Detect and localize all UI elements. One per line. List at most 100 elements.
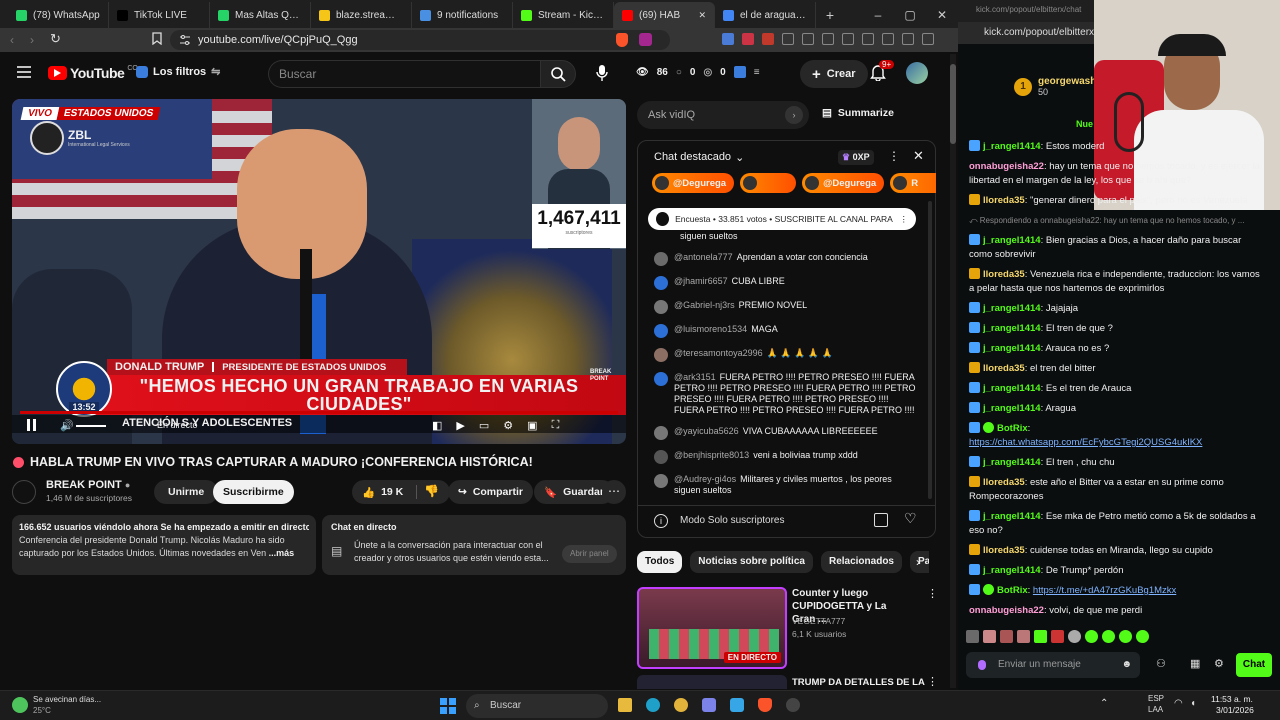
- kick-message[interactable]: j_rangel1414: Ese mka de Petro metió com…: [958, 510, 1272, 538]
- brave-shield-icon[interactable]: [616, 33, 628, 47]
- bookmark-icon[interactable]: [152, 32, 162, 45]
- emoji-icon[interactable]: ☻: [1121, 652, 1132, 678]
- kick-username[interactable]: j_rangel1414: [983, 565, 1041, 576]
- browser-tab[interactable]: blaze.stream/strea: [311, 2, 412, 28]
- extension-icon[interactable]: [742, 33, 754, 45]
- edge-icon[interactable]: [646, 698, 660, 712]
- wifi-icon[interactable]: ◠: [1174, 698, 1183, 709]
- notifications-button[interactable]: 9+: [870, 60, 895, 81]
- miniplayer-icon[interactable]: ▣: [527, 419, 537, 432]
- weather-title[interactable]: Se avecinan días...: [33, 695, 101, 704]
- chat-message[interactable]: @Audrey-gi4os Militares y civiles muertos…: [638, 474, 928, 496]
- kick-message[interactable]: BotRix: https://t.me/+dA47rzGKuBg1Mzkx: [958, 584, 1272, 598]
- chat-scrollbar[interactable]: [928, 201, 932, 499]
- start-icon[interactable]: [440, 698, 456, 714]
- vidiq-player-icon[interactable]: ◧: [432, 419, 442, 432]
- channel-avatar[interactable]: [12, 480, 36, 504]
- extension-icon[interactable]: [802, 33, 814, 45]
- open-panel-button[interactable]: Abrir panel: [562, 545, 617, 563]
- highlight-chip[interactable]: @Degurega: [802, 173, 885, 193]
- maximize-button[interactable]: ▢: [894, 2, 926, 28]
- browser-tab[interactable]: 9 notifications: [412, 2, 513, 28]
- volume-icon[interactable]: 🔊: [60, 419, 74, 432]
- kick-chat-button[interactable]: Chat: [1236, 653, 1272, 677]
- kick-message[interactable]: onnabugeisha22: volvi, de que me perdi: [958, 604, 1272, 618]
- kick-message[interactable]: BotRix: https://chat.whatsapp.com/EcFybc…: [958, 422, 1272, 450]
- chat-header[interactable]: Chat destacado ⌄: [654, 151, 744, 164]
- poll-menu-icon[interactable]: ⋮: [900, 214, 909, 225]
- gift-icon[interactable]: [874, 513, 888, 527]
- avatar[interactable]: [906, 62, 928, 84]
- chat-message[interactable]: @luismoreno1534 MAGA: [638, 324, 928, 338]
- chat-message[interactable]: @antonela777 Aprendan a votar con concien…: [638, 252, 928, 266]
- kick-message[interactable]: lloreda35: este año el Bitter va a estar…: [958, 476, 1272, 504]
- back-icon[interactable]: ‹: [10, 33, 14, 47]
- kick-message[interactable]: lloreda35: el tren del bitter: [958, 362, 1272, 376]
- users-icon[interactable]: ⚇: [1156, 657, 1166, 670]
- kick-link[interactable]: https://t.me/+dA47rzGKuBg1Mzkx: [1033, 585, 1176, 596]
- subtitles-icon[interactable]: ▭: [479, 419, 489, 432]
- extension-icon[interactable]: [722, 33, 734, 45]
- chat-settings-icon[interactable]: ⚙: [1214, 657, 1224, 670]
- search-button[interactable]: [540, 60, 576, 88]
- more-actions-button[interactable]: ⋯: [602, 480, 626, 504]
- minimize-button[interactable]: –: [862, 2, 894, 28]
- ask-vidiq-input[interactable]: Ask vidIQ ›: [637, 101, 809, 129]
- browser-tab[interactable]: Stream - Kick Dash: [513, 2, 614, 28]
- site-info-icon[interactable]: [179, 34, 191, 46]
- share-button[interactable]: ↪ Compartir: [448, 480, 533, 504]
- browser-tab[interactable]: TikTok LIVE: [109, 2, 210, 28]
- kick-message[interactable]: j_rangel1414: Es el tren de Arauca: [958, 382, 1272, 396]
- related-menu-icon[interactable]: ⋮: [927, 587, 938, 600]
- browser-tab[interactable]: Mas Altas Que l: [210, 2, 311, 28]
- like-button[interactable]: 👍 19 K: [362, 480, 403, 504]
- menu-icon[interactable]: [17, 66, 31, 78]
- kick-username[interactable]: j_rangel1414: [983, 323, 1041, 334]
- dislike-button[interactable]: 👎: [424, 484, 439, 498]
- poll-banner[interactable]: Encuesta • 33.851 votos • SUSCRIBITE AL …: [648, 208, 916, 230]
- search-input[interactable]: Buscar: [268, 60, 540, 88]
- pause-icon[interactable]: [27, 419, 37, 431]
- filters-button[interactable]: Los filtros ⇋: [136, 65, 220, 78]
- kick-username[interactable]: j_rangel1414: [983, 235, 1041, 246]
- extension-icon[interactable]: [862, 33, 874, 45]
- youtube-logo[interactable]: YouTube CO: [48, 65, 138, 81]
- kick-username[interactable]: lloreda35: [983, 477, 1025, 488]
- brave-icon[interactable]: [758, 698, 772, 712]
- kick-username[interactable]: j_rangel1414: [983, 403, 1041, 414]
- highlight-chip[interactable]: @Degurega: [652, 173, 735, 193]
- kick-message[interactable]: onnabugeisha22: hay un tema que no hemos…: [958, 160, 1272, 188]
- kick-message[interactable]: lloreda35: Venezuela rica e independient…: [958, 268, 1272, 296]
- extension-icon[interactable]: [922, 33, 934, 45]
- obs-icon[interactable]: [786, 698, 800, 712]
- close-chat-icon[interactable]: ✕: [913, 148, 924, 164]
- chat-message[interactable]: @jhamir6657 CUBA LIBRE: [638, 276, 928, 290]
- kick-message-input[interactable]: Enviar un mensaje ☻: [966, 652, 1140, 678]
- kick-link[interactable]: https://chat.whatsapp.com/EcFybcGTegi2QU…: [969, 437, 1202, 448]
- forward-icon[interactable]: ›: [30, 33, 34, 47]
- store-app-icon[interactable]: [730, 698, 744, 712]
- kick-username[interactable]: lloreda35: [983, 269, 1025, 280]
- kick-username[interactable]: onnabugeisha22: [969, 161, 1044, 172]
- more-link[interactable]: ...más: [269, 548, 295, 558]
- channel-name[interactable]: BREAK POINT ●: [46, 479, 130, 491]
- kick-message[interactable]: j_rangel1414: Estos moderd: [958, 140, 1272, 154]
- settings-icon[interactable]: ⚙: [503, 419, 513, 432]
- kick-message[interactable]: j_rangel1414: El tren de que ?: [958, 322, 1272, 336]
- highlight-chip[interactable]: R: [890, 173, 936, 193]
- chat-message[interactable]: @benjhisprite8013 veni a boliviaa trump x…: [638, 450, 928, 464]
- volume-slider[interactable]: [76, 425, 106, 427]
- kick-message[interactable]: j_rangel1414: Bien gracias a Dios, a hac…: [958, 234, 1272, 262]
- filter-chip[interactable]: Relacionados: [820, 551, 902, 573]
- kick-message[interactable]: j_rangel1414: El tren , chu chu: [958, 456, 1272, 470]
- chat-message[interactable]: @Gabriel-nj3rs PREMIO NOVEL: [638, 300, 928, 314]
- kick-message[interactable]: j_rangel1414: Aragua: [958, 402, 1272, 416]
- file-explorer-icon[interactable]: [618, 698, 632, 712]
- chip-next-icon[interactable]: ›: [916, 555, 920, 569]
- send-arrow-icon[interactable]: ›: [785, 106, 803, 124]
- summarize-button[interactable]: ▤ Summarize: [822, 107, 894, 119]
- extension-icon[interactable]: [822, 33, 834, 45]
- lang-primary[interactable]: ESP: [1148, 694, 1164, 703]
- kick-username[interactable]: BotRix: [997, 585, 1028, 596]
- progress-bar[interactable]: [20, 411, 618, 414]
